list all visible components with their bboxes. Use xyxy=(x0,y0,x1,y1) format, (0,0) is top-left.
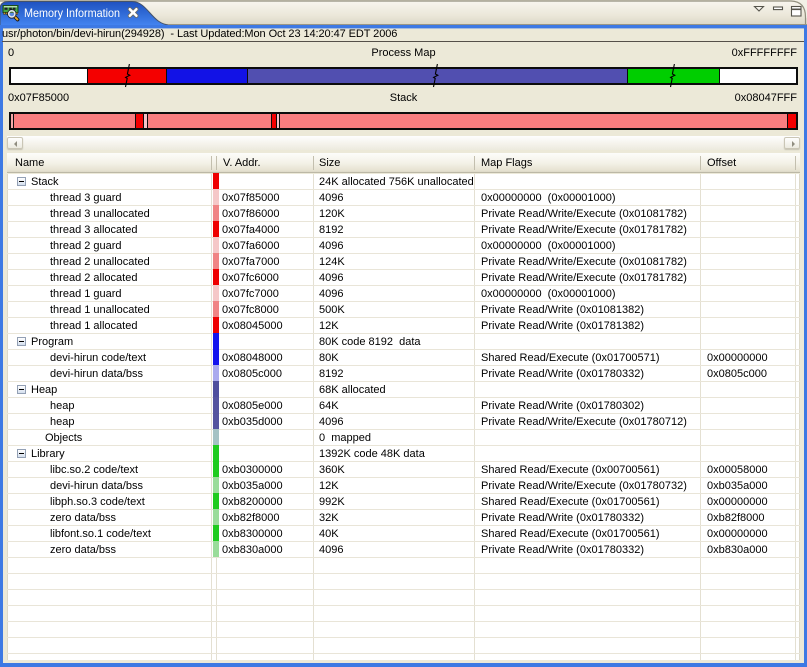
svg-text:Memory Information: Memory Information xyxy=(24,6,120,20)
